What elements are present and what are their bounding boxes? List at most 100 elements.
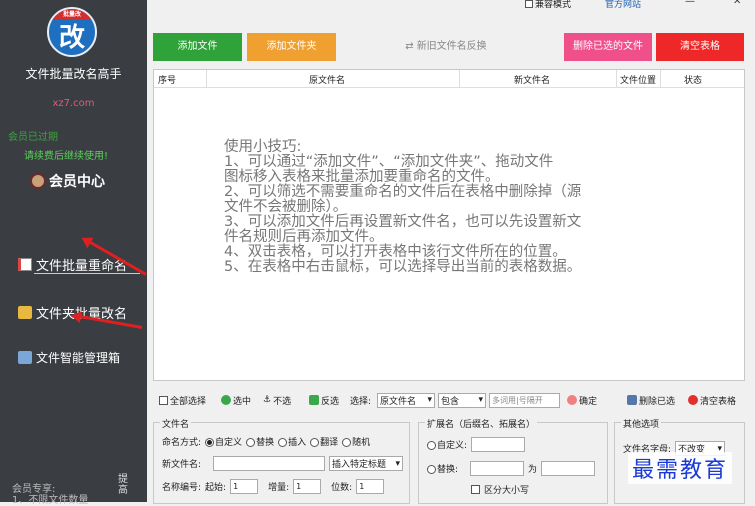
- column-divider: [459, 70, 460, 88]
- insert-tag-select[interactable]: 插入特定标题 ▾: [329, 456, 404, 471]
- file-table[interactable]: 序号 原文件名 新文件名 文件位置 状态 使用小技巧: 1、可以通过“添加文件”…: [153, 69, 745, 381]
- radio-icon: [342, 438, 352, 447]
- column-header[interactable]: 新文件名: [514, 73, 550, 86]
- close-button[interactable]: ✕: [733, 0, 741, 7]
- app-title: 文件批量改名高手: [25, 67, 122, 81]
- ext-custom-label: 自定义:: [437, 441, 468, 451]
- sidebar: 批量改 改 文件批量改名高手 xz7.com 会员已过期 请续费后继续使用! 会…: [0, 0, 147, 506]
- ext-custom-row: 自定义:: [427, 437, 526, 452]
- invert-button[interactable]: 反选: [309, 389, 339, 411]
- delete-selected-button[interactable]: 删除已选: [627, 389, 675, 411]
- swap-label: 新旧文件名反换: [416, 41, 487, 52]
- nav-label: 文件智能管理箱: [36, 351, 121, 365]
- unselect-label: 不选: [273, 396, 292, 407]
- delete-selected-files-button[interactable]: 删除已选的文件: [564, 33, 652, 61]
- document-icon: [18, 258, 32, 271]
- numbering-label: 名称编号:: [162, 483, 202, 493]
- mode-radio-custom[interactable]: 自定义: [205, 435, 242, 448]
- keyword-wrap: 多词用|号隔开: [489, 389, 560, 411]
- member-center-label: 会员中心: [49, 174, 105, 190]
- clear-table-label: 清空表格: [700, 396, 737, 407]
- clear-table-button[interactable]: 清空表格: [656, 33, 744, 61]
- confirm-label: 确定: [579, 396, 598, 407]
- ext-replace-label: 替换:: [437, 465, 459, 475]
- column-header[interactable]: 序号: [158, 73, 176, 86]
- numbering-row: 名称编号: 起始: 1 增量: 1 位数: 1: [162, 479, 385, 494]
- nav-file-manager[interactable]: 文件智能管理箱: [18, 349, 120, 366]
- newname-label: 新文件名:: [162, 460, 202, 470]
- compat-label: 兼容模式: [535, 0, 572, 10]
- match-value: 包含: [441, 396, 460, 407]
- mode-radio-translate[interactable]: 翻译: [310, 435, 338, 448]
- checkbox-icon: [471, 485, 480, 494]
- newname-input[interactable]: [213, 456, 326, 471]
- mode-radio-random[interactable]: 随机: [342, 435, 370, 448]
- tip-line: 3、可以添加文件后再设置新文件名，也可以先设置新文: [224, 214, 582, 230]
- status-renew[interactable]: 请续费后继续使用!: [24, 147, 108, 162]
- nav-batch-rename-files[interactable]: 文件批量重命名: [18, 255, 127, 274]
- column-header[interactable]: 状态: [684, 73, 702, 86]
- member-center-button[interactable]: 会员中心: [30, 171, 105, 191]
- field-select[interactable]: 原文件名 ▾: [377, 392, 435, 408]
- column-header[interactable]: 原文件名: [309, 73, 345, 86]
- swap-names-button[interactable]: ⇄ 新旧文件名反换: [400, 33, 492, 61]
- tip-line: 图标移入表格来批量添加要重命名的文件。: [224, 169, 500, 185]
- member-avatar-icon: [30, 173, 46, 189]
- chevron-down-icon: ▾: [427, 395, 432, 405]
- start-input[interactable]: 1: [230, 479, 259, 494]
- mode-label-translate: 翻译: [320, 438, 339, 448]
- mode-radio-insert[interactable]: 插入: [278, 435, 306, 448]
- select-label: 选中: [233, 396, 252, 407]
- step-input[interactable]: 1: [293, 479, 322, 494]
- add-folder-button[interactable]: 添加文件夹: [247, 33, 336, 61]
- panel-title: 其他选项: [621, 417, 662, 430]
- ext-replace-row: 替换: 为: [427, 461, 596, 476]
- footer-side-text: 提高: [118, 474, 128, 496]
- add-file-button[interactable]: 添加文件: [153, 33, 242, 61]
- watermark-text: 最需教育: [628, 452, 733, 484]
- start-label: 起始:: [205, 483, 227, 493]
- nav-active-underline: [34, 273, 140, 274]
- column-divider: [616, 70, 617, 88]
- mode-label-random: 随机: [352, 438, 371, 448]
- select-all-checkbox[interactable]: 全部选择: [159, 389, 206, 411]
- column-header[interactable]: 文件位置: [620, 73, 656, 86]
- radio-icon: [427, 441, 436, 450]
- filename-panel: 文件名 命名方式: 自定义 替换 插入 翻译 随机 新文件名: 插入特定标题 ▾ …: [153, 417, 410, 504]
- confirm-button[interactable]: 确定: [567, 389, 597, 411]
- ext-replace-to-input[interactable]: [541, 461, 596, 476]
- tips-title: 使用小技巧:: [224, 139, 302, 155]
- radio-icon: [246, 438, 256, 447]
- radio-icon: [427, 465, 436, 474]
- status-expired: 会员已过期: [8, 132, 58, 143]
- invert-label: 反选: [321, 396, 340, 407]
- site-link[interactable]: xz7.com: [0, 98, 147, 109]
- mode-radio-replace[interactable]: 替换: [246, 435, 274, 448]
- select-button[interactable]: 选中: [221, 389, 251, 411]
- ext-custom-radio[interactable]: 自定义:: [427, 438, 467, 451]
- digits-input[interactable]: 1: [356, 479, 385, 494]
- ext-replace-from-input[interactable]: [470, 461, 525, 476]
- minimize-button[interactable]: —: [685, 0, 695, 7]
- ext-replace-radio[interactable]: 替换:: [427, 462, 458, 475]
- mode-label-replace: 替换: [256, 438, 275, 448]
- tip-line: 5、在表格中右击鼠标，可以选择导出当前的表格数据。: [224, 259, 582, 275]
- toolbox-icon: [18, 351, 32, 364]
- case-sensitive-checkbox[interactable]: 区分大小写: [471, 483, 529, 496]
- table-header: 序号 原文件名 新文件名 文件位置 状态: [154, 70, 744, 88]
- unselect-button[interactable]: ⚓ 不选: [263, 389, 291, 411]
- member-perk-item: 1、不限文件数量: [12, 495, 89, 506]
- keyword-input[interactable]: 多词用|号隔开: [489, 392, 560, 408]
- tip-line: 2、可以筛选不需要重命名的文件后在表格中删除掉（源: [224, 184, 582, 200]
- compat-mode-checkbox[interactable]: 兼容模式: [525, 0, 571, 10]
- usage-tips: 使用小技巧: 1、可以通过“添加文件”、“添加文件夹”、拖动文件 图标移入表格来…: [224, 140, 674, 275]
- confirm-icon: [567, 395, 577, 405]
- official-site-link[interactable]: 官方网站: [605, 0, 641, 10]
- clear-table-small-button[interactable]: 清空表格: [688, 389, 736, 411]
- radio-icon: [310, 438, 320, 447]
- panel-title: 文件名: [160, 417, 192, 430]
- chevron-down-icon: ▾: [395, 458, 401, 469]
- ext-custom-input[interactable]: [471, 437, 526, 452]
- match-select[interactable]: 包含 ▾: [438, 392, 486, 408]
- step-label: 增量:: [268, 483, 290, 493]
